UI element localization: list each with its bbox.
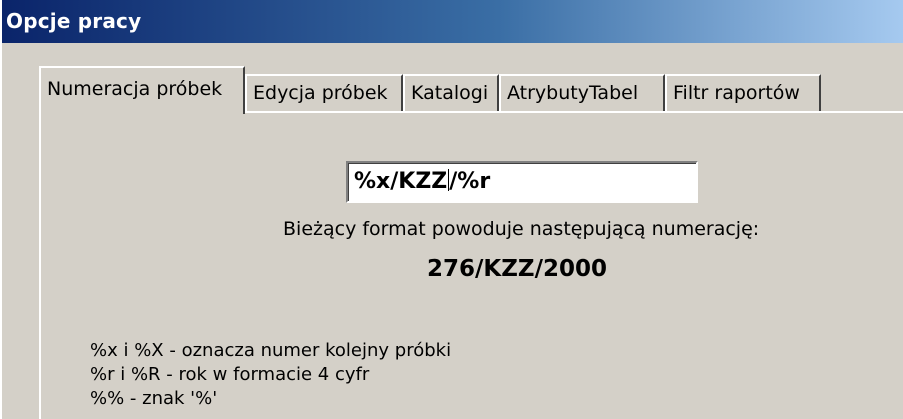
- window-title: Opcje pracy: [6, 9, 142, 33]
- hint-year: %r i %R - rok w formacie 4 cyfr: [90, 364, 370, 385]
- hint-percent-sign: %% - znak '%': [90, 388, 218, 409]
- tab-katalogi[interactable]: Katalogi: [403, 74, 499, 112]
- tab-label: Numeracja próbek: [47, 78, 223, 100]
- hint-sample-number: %x i %X - oznacza numer kolejny próbki: [90, 340, 452, 361]
- title-bar[interactable]: Opcje pracy: [2, 0, 903, 43]
- numbering-format-input[interactable]: %x/KZZ/%r: [346, 161, 698, 203]
- tab-atrybuty-tabel[interactable]: AtrybutyTabel: [499, 74, 665, 112]
- tab-label: Edycja próbek: [253, 82, 388, 104]
- tab-label: AtrybutyTabel: [507, 82, 639, 104]
- options-window: Opcje pracy Numeracja próbek Edycja prób…: [0, 0, 903, 419]
- format-text-after-caret: /%r: [449, 169, 491, 194]
- tab-edycja-probek[interactable]: Edycja próbek: [245, 74, 403, 112]
- tab-strip: Numeracja próbek Edycja próbek Katalogi …: [39, 66, 903, 114]
- format-description: Bieżący format powoduje następującą nume…: [283, 218, 760, 240]
- tab-numeracja-probek[interactable]: Numeracja próbek: [39, 66, 245, 114]
- tab-label: Filtr raportów: [673, 82, 800, 104]
- format-text-before-caret: %x/KZZ: [354, 169, 448, 194]
- tab-label: Katalogi: [411, 82, 489, 104]
- tab-filtr-raportow[interactable]: Filtr raportów: [665, 74, 821, 112]
- numbering-preview: 276/KZZ/2000: [427, 256, 608, 282]
